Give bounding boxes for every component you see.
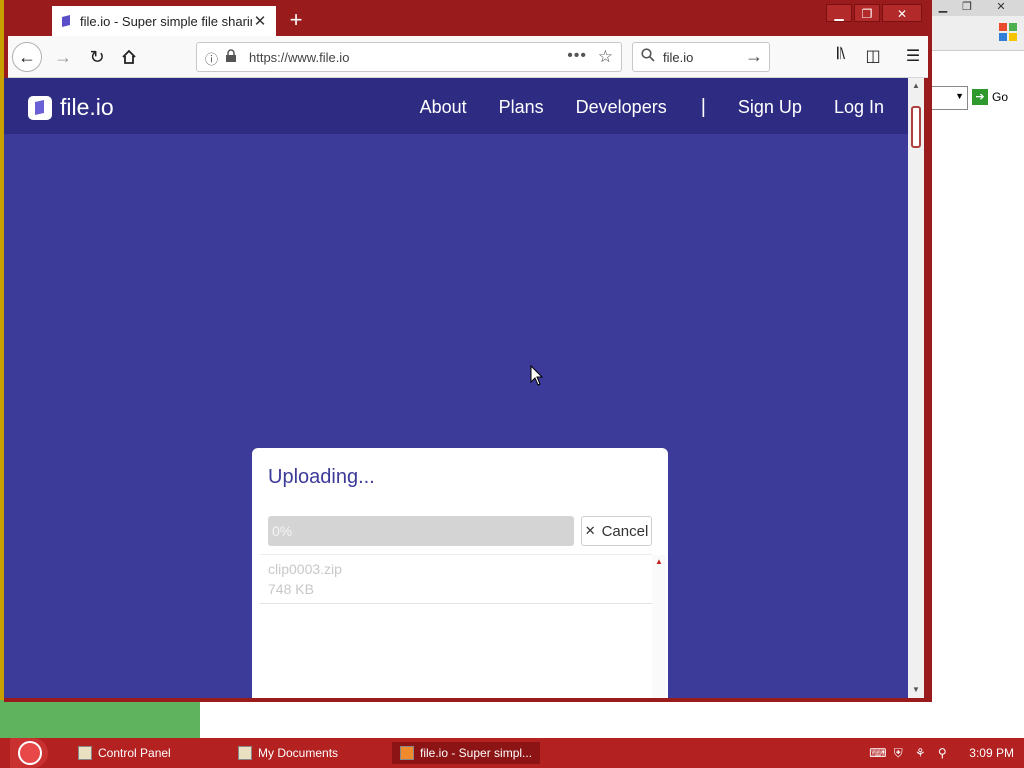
tab-file-io[interactable]: file.io - Super simple file sharin ✕ — [52, 6, 276, 36]
go-label: Go — [992, 90, 1009, 104]
shield-icon[interactable]: ⛨ — [891, 746, 905, 760]
upload-progress-label: 0% — [272, 523, 293, 539]
upload-dialog: Uploading... 0% ✕ Cancel clip0003.zip 74… — [252, 448, 668, 698]
library-icon[interactable]: 𝄃\ — [830, 46, 852, 64]
url-bar[interactable]: ⓘ https://www.file.io ••• ☆ — [196, 42, 622, 72]
taskbar: Control Panel My Documents file.io - Sup… — [0, 738, 1024, 768]
windows-logo-icon — [999, 23, 1017, 41]
scroll-down-arrow-icon[interactable]: ▼ — [908, 682, 924, 698]
upload-file-list: clip0003.zip 748 KB ▲ — [260, 554, 666, 698]
home-button[interactable] — [114, 42, 144, 72]
scroll-up-arrow-icon[interactable]: ▲ — [655, 557, 663, 566]
sidebar-icon[interactable]: ◫ — [862, 46, 884, 66]
reload-icon: ↻ — [89, 47, 105, 67]
cancel-upload-button[interactable]: ✕ Cancel — [581, 516, 652, 546]
network-icon[interactable]: ⚘ — [913, 746, 927, 760]
taskbar-item-label: file.io - Super simpl... — [420, 746, 533, 760]
scrollbar-thumb[interactable] — [911, 106, 921, 148]
list-item: clip0003.zip 748 KB — [268, 561, 342, 597]
page-viewport: file.io About Plans Developers | Sign Up… — [4, 78, 908, 698]
desktop-background — [200, 700, 1024, 738]
background-window-toolbar — [930, 16, 1024, 51]
forward-arrow-icon: → — [54, 47, 72, 67]
cancel-label: Cancel — [601, 522, 649, 540]
upload-progress-bar: 0% — [268, 516, 574, 546]
background-window-titlebar[interactable]: ▁ ❐ ✕ — [930, 0, 1024, 16]
dropdown-arrow-icon: ▼ — [955, 91, 964, 101]
taskbar-item-label: Control Panel — [98, 746, 171, 760]
taskbar-item-control-panel[interactable]: Control Panel — [78, 742, 171, 764]
file-list-scrollbar[interactable]: ▲ — [652, 555, 666, 698]
close-window-button[interactable]: ✕ — [882, 4, 922, 22]
nav-developers-link[interactable]: Developers — [576, 97, 667, 118]
taskbar-item-my-documents[interactable]: My Documents — [238, 742, 338, 764]
navigation-toolbar: ← → ↻ ⓘ https://www.file.io ••• ☆ file.i… — [8, 36, 928, 78]
home-icon — [122, 49, 136, 64]
file-name: clip0003.zip — [268, 561, 342, 577]
page-scrollbar[interactable]: ▲ ▼ — [908, 78, 924, 698]
system-tray: ⌨ ⛨ ⚘ ⚲ 3:09 PM — [864, 738, 1024, 768]
nav-about-link[interactable]: About — [420, 97, 467, 118]
fileio-logo-icon — [28, 95, 52, 120]
bookmark-star-icon[interactable]: ☆ — [598, 47, 613, 67]
firefox-icon — [400, 746, 414, 760]
maximize-button[interactable]: ❐ — [854, 4, 880, 22]
restore-icon[interactable]: ❐ — [956, 0, 978, 14]
tab-title: file.io - Super simple file sharin — [80, 13, 252, 29]
fileio-favicon-icon — [62, 15, 70, 27]
page-actions-icon[interactable]: ••• — [567, 47, 587, 65]
taskbar-item-label: My Documents — [258, 746, 339, 760]
mouse-cursor-icon — [530, 364, 544, 386]
close-icon: ✕ — [584, 523, 596, 538]
back-arrow-icon: ← — [18, 47, 36, 67]
search-icon — [641, 48, 655, 62]
nav-signup-link[interactable]: Sign Up — [738, 97, 802, 118]
search-input[interactable]: file.io — [663, 50, 693, 65]
address-dropdown[interactable]: ▼ — [930, 86, 968, 110]
nav-divider: | — [700, 96, 706, 118]
start-logo-icon — [18, 741, 42, 765]
clock: 3:09 PM — [969, 746, 1014, 760]
logo-text: file.io — [60, 94, 114, 120]
new-tab-button[interactable]: + — [284, 8, 308, 32]
go-arrow-icon: ➔ — [972, 89, 988, 105]
search-go-arrow-icon[interactable]: → — [745, 46, 763, 67]
minimize-button[interactable]: ▁ — [826, 4, 852, 22]
nav-plans-link[interactable]: Plans — [499, 97, 544, 118]
minimize-icon[interactable]: ▁ — [932, 0, 954, 14]
upload-title: Uploading... — [268, 466, 375, 488]
site-logo[interactable]: file.io — [28, 94, 114, 121]
go-button[interactable]: ➔ Go — [972, 87, 1008, 107]
control-panel-icon — [78, 746, 92, 760]
reload-button[interactable]: ↻ — [82, 42, 112, 72]
start-button[interactable] — [10, 738, 48, 768]
lock-icon[interactable] — [225, 49, 237, 63]
desktop-background — [0, 700, 200, 738]
taskbar-item-firefox[interactable]: file.io - Super simpl... — [392, 742, 541, 764]
info-icon[interactable]: ⓘ — [205, 49, 218, 68]
background-window[interactable]: ▁ ❐ ✕ ▼ ➔ Go — [930, 0, 1024, 700]
url-text[interactable]: https://www.file.io — [249, 50, 349, 65]
divider — [260, 603, 652, 604]
window-controls: ▁ ❐ ✕ — [826, 4, 922, 24]
keyboard-icon[interactable]: ⌨ — [869, 746, 886, 760]
folder-icon — [238, 746, 252, 760]
search-bar[interactable]: file.io → — [632, 42, 770, 72]
nav-login-link[interactable]: Log In — [834, 97, 884, 118]
scroll-up-arrow-icon[interactable]: ▲ — [908, 78, 924, 94]
close-icon[interactable]: ✕ — [990, 0, 1012, 14]
site-nav: About Plans Developers | Sign Up Log In — [388, 96, 884, 119]
file-size: 748 KB — [268, 581, 314, 597]
search-icon[interactable]: ⚲ — [935, 746, 949, 760]
back-button[interactable]: ← — [12, 42, 42, 72]
close-tab-icon[interactable]: ✕ — [252, 12, 268, 30]
tab-strip: file.io - Super simple file sharin ✕ + ▁… — [8, 4, 928, 36]
menu-hamburger-icon[interactable]: ☰ — [902, 46, 924, 66]
forward-button[interactable]: → — [48, 42, 78, 72]
site-header: file.io About Plans Developers | Sign Up… — [4, 78, 908, 134]
